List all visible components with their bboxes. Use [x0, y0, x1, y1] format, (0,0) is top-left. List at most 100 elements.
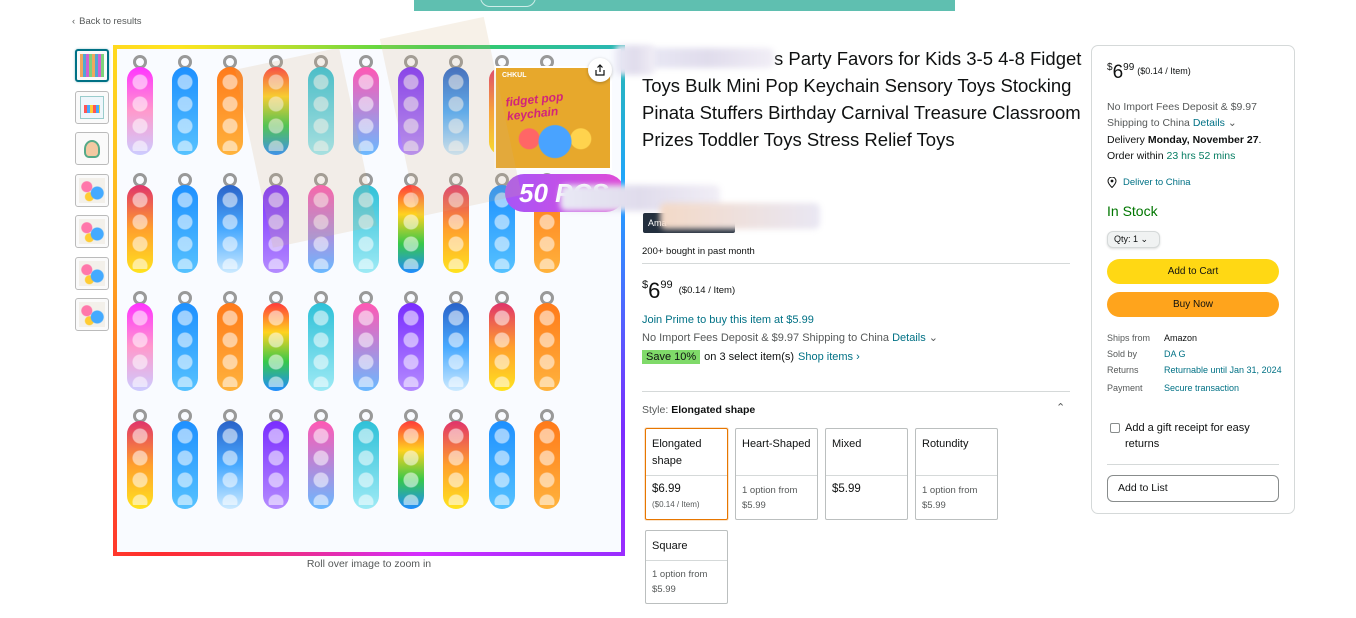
style-option-heart[interactable]: Heart-Shaped 1 option from $5.99: [735, 428, 818, 520]
save-badge: Save 10%: [642, 350, 701, 364]
keychain-image: [352, 55, 379, 155]
keychain-image: [262, 55, 289, 155]
product-title: s Party Favors for Kids 3-5 4-8 Fidget T…: [642, 45, 1082, 153]
delivery-info: Delivery Monday, November 27. Order with…: [1107, 134, 1262, 162]
main-product-image[interactable]: CHKUL fidget pop keychain 50 PCS: [113, 45, 625, 556]
buy-now-button[interactable]: Buy Now: [1107, 292, 1279, 317]
style-label-value: Elongated shape: [671, 404, 756, 416]
keychain-image: [217, 291, 244, 391]
top-banner: [414, 0, 955, 11]
car-icon: [480, 0, 536, 7]
chevron-down-icon[interactable]: ⌄: [1228, 117, 1237, 129]
import-fees: No Import Fees Deposit & $9.97 Shipping …: [642, 331, 938, 344]
keychain-image: [443, 291, 470, 391]
buybox-price: $699 ($0.14 / Item): [1107, 62, 1191, 83]
keychain-image: [352, 409, 379, 509]
keychain-image: [172, 173, 199, 273]
style-label: Style: Elongated shape: [642, 404, 755, 416]
style-option-elongated[interactable]: Elongated shape $6.99 ($0.14 / Item): [645, 428, 728, 520]
style-name: Elongated shape: [652, 438, 702, 467]
price-fraction: 99: [660, 279, 673, 291]
keychain-image: [488, 409, 515, 509]
bought-count: 200+ bought in past month: [642, 246, 755, 257]
keychain-image: [262, 173, 289, 273]
product-package-image: CHKUL fidget pop keychain: [494, 66, 612, 170]
keychain-image: [352, 173, 379, 273]
package-scene: [512, 108, 598, 164]
keychain-image: [262, 409, 289, 509]
keychain-image: [217, 55, 244, 155]
style-name: Rotundity: [922, 438, 969, 450]
thumbnail-7[interactable]: [75, 298, 109, 331]
zoom-hint: Roll over image to zoom in: [306, 558, 432, 570]
payment-link[interactable]: Secure transaction: [1164, 380, 1239, 396]
style-label-key: Style:: [642, 404, 669, 416]
add-to-list-button[interactable]: Add to List: [1107, 475, 1279, 502]
deliver-to-link[interactable]: Deliver to China: [1107, 177, 1191, 188]
divider: [642, 391, 1070, 392]
keychain-image: [307, 409, 334, 509]
stock-status: In Stock: [1107, 203, 1158, 219]
chevron-down-icon: ⌄: [1140, 234, 1149, 244]
chevron-down-icon[interactable]: ⌄: [929, 332, 938, 344]
keychain-image: [398, 291, 425, 391]
thumbnail-3[interactable]: [75, 132, 109, 165]
chevron-left-icon: ‹: [72, 16, 76, 27]
keychain-image: [443, 409, 470, 509]
keychain-image: [127, 173, 153, 273]
promo-row: Save 10% on 3 select item(s) Shop items ›: [642, 350, 860, 364]
keychain-image: [172, 291, 199, 391]
style-option-info: 1 option from $5.99: [742, 485, 798, 511]
price-unit: ($0.14 / Item): [678, 285, 736, 296]
save-text: on 3 select item(s): [704, 351, 795, 363]
back-to-results-link[interactable]: ‹ Back to results: [72, 16, 141, 27]
keychain-image: [172, 409, 199, 509]
style-name: Heart-Shaped: [742, 438, 811, 450]
keychain-image: [398, 409, 425, 509]
returns-link[interactable]: Returnable until Jan 31, 2024: [1164, 362, 1282, 378]
thumbnail-1[interactable]: [75, 49, 109, 82]
keychain-image: [127, 55, 153, 155]
import-details-link[interactable]: Details: [892, 332, 926, 344]
keychain-image: [488, 291, 515, 391]
chevron-up-icon[interactable]: ⌃: [1056, 401, 1065, 414]
keychain-image: [307, 291, 334, 391]
thumbnail-6[interactable]: [75, 256, 109, 290]
buy-box: $699 ($0.14 / Item) No Import Fees Deposi…: [1091, 45, 1295, 514]
keychain-image: [398, 173, 425, 273]
quantity-select[interactable]: Qty: 1 ⌄: [1107, 231, 1160, 248]
style-option-mixed[interactable]: Mixed $5.99: [825, 428, 908, 520]
buybox-details-link[interactable]: Details: [1193, 117, 1225, 129]
redaction-1: [615, 45, 655, 75]
style-price: $6.99: [652, 483, 681, 495]
gift-checkbox[interactable]: [1110, 423, 1120, 433]
style-option-info: 1 option from $5.99: [652, 569, 708, 595]
style-name: Mixed: [832, 438, 862, 450]
keychain-image: [398, 55, 425, 155]
style-option-info: 1 option from $5.99: [922, 485, 978, 511]
keychain-image: [307, 173, 334, 273]
style-option-square[interactable]: Square 1 option from $5.99: [645, 530, 728, 604]
keychain-image: [533, 291, 560, 391]
price: $699 ($0.14 / Item): [642, 278, 735, 304]
thumbnail-2[interactable]: [75, 90, 109, 124]
title-redaction: [642, 48, 774, 68]
prime-offer-link[interactable]: Join Prime to buy this item at $5.99: [642, 314, 814, 326]
divider: [642, 263, 1070, 264]
thumbnail-4[interactable]: [75, 173, 109, 207]
keychain-image: [307, 55, 334, 155]
gift-receipt-option[interactable]: Add a gift receipt for easy returns: [1110, 420, 1286, 452]
add-to-cart-button[interactable]: Add to Cart: [1107, 259, 1279, 284]
location-pin-icon: [1107, 177, 1117, 188]
seller-link[interactable]: DA G: [1164, 346, 1186, 362]
keychain-image: [443, 173, 470, 273]
keychain-image: [352, 291, 379, 391]
share-icon[interactable]: [588, 58, 612, 82]
back-label: Back to results: [79, 16, 142, 27]
shop-items-link[interactable]: Shop items ›: [798, 351, 860, 363]
thumbnail-5[interactable]: [75, 215, 109, 248]
offer-details: Ships from Amazon Sold by DA G Returns Retu…: [1107, 330, 1289, 396]
style-option-rotundity[interactable]: Rotundity 1 option from $5.99: [915, 428, 998, 520]
thumbnail-list: [75, 49, 111, 340]
keychain-image: [172, 55, 199, 155]
